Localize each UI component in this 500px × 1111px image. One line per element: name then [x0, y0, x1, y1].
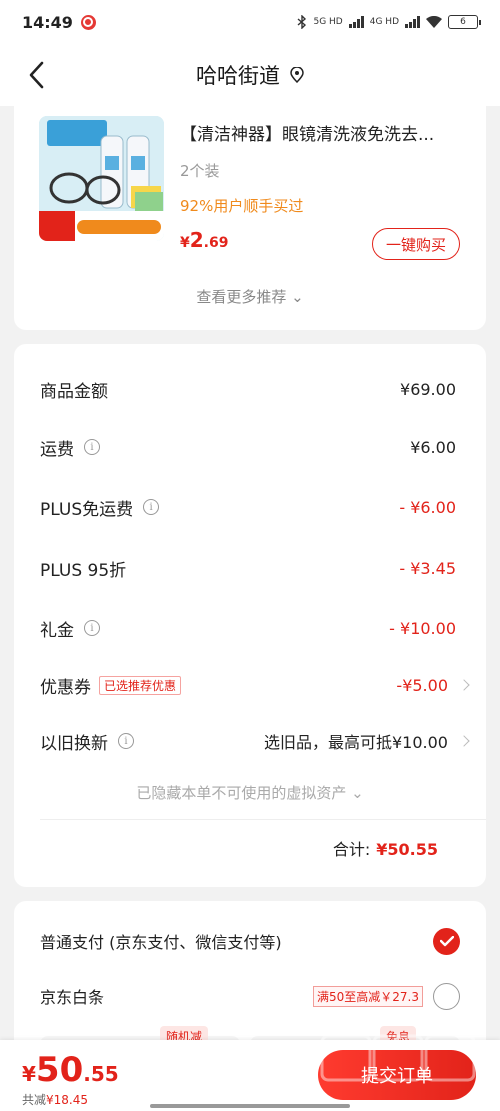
plus-discount-row: PLUS 95折 - ¥3.45 — [40, 553, 456, 583]
order-summary-card: 商品金额 ¥69.00 运费 i ¥6.00 PLUS免运费 i - ¥6.00… — [14, 344, 486, 887]
location-pin-icon — [290, 67, 304, 83]
coupon-value: -¥5.00 — [396, 675, 448, 695]
address-title[interactable]: 哈哈街道 — [196, 60, 304, 90]
product-title[interactable]: 【清洁神器】眼镜清洗液免洗去... — [180, 120, 470, 145]
trade-in-row[interactable]: 以旧换新 i 选旧品，最高可抵¥10.00 — [40, 726, 470, 756]
netease-music-icon — [80, 14, 96, 30]
goods-amount-row: 商品金额 ¥69.00 — [40, 374, 456, 404]
coupon-row[interactable]: 优惠券 已选推荐优惠 -¥5.00 — [40, 670, 470, 700]
payable-amount: ¥ 50 .55 — [22, 1050, 119, 1090]
chevron-right-icon — [458, 735, 470, 747]
submit-order-button[interactable]: 提交订单 — [318, 1050, 476, 1100]
checked-icon[interactable] — [433, 927, 460, 955]
nav-bar: 哈哈街道 — [0, 44, 500, 106]
plus-discount-value: - ¥3.45 — [399, 558, 456, 578]
gift-money-value: - ¥10.00 — [389, 618, 456, 638]
coupon-label: 优惠券 — [40, 677, 91, 698]
price-currency: ¥ — [180, 235, 190, 251]
radio-unchecked-icon[interactable] — [433, 982, 460, 1010]
goods-amount-value: ¥69.00 — [400, 379, 456, 399]
baitiao-label: 京东白条 — [40, 988, 105, 1007]
gift-info-icon[interactable]: i — [84, 620, 100, 636]
network-4g-label: 4G HD — [369, 17, 399, 27]
payable-currency: ¥ — [22, 1062, 36, 1086]
more-recommendations-link[interactable]: 查看更多推荐 ⌄ — [14, 286, 486, 307]
trade-in-info-icon[interactable]: i — [118, 733, 134, 749]
wifi-icon — [426, 16, 442, 28]
plus-free-info-icon[interactable]: i — [143, 499, 160, 515]
freight-row: 运费 i ¥6.00 — [40, 432, 456, 462]
page-title: 哈哈街道 — [196, 64, 280, 88]
home-indicator[interactable] — [150, 1104, 350, 1108]
baitiao-promo-tag: 满50至高减￥27.3 — [313, 985, 423, 1007]
back-arrow-icon[interactable] — [26, 60, 50, 90]
price-integer: 2 — [189, 228, 204, 252]
price-decimal: .69 — [203, 235, 229, 251]
status-icons: 5G HD 4G HD 6 — [297, 15, 481, 29]
plus-free-freight-row: PLUS免运费 i - ¥6.00 — [40, 492, 456, 522]
payable-integer: 50 — [35, 1050, 84, 1090]
baitiao-payment-option[interactable]: 京东白条 满50至高减￥27.3 — [40, 981, 460, 1011]
gift-money-row: 礼金 i - ¥10.00 — [40, 613, 456, 643]
freight-info-icon[interactable]: i — [84, 439, 100, 455]
saved-label: 共减 — [22, 1093, 47, 1107]
plus-free-freight-label: PLUS免运费 — [40, 499, 134, 520]
one-click-buy-button[interactable]: 一键购买 — [372, 228, 460, 260]
trade-in-value: 选旧品，最高可抵¥10.00 — [264, 733, 448, 752]
battery-icon: 6 — [448, 15, 481, 29]
total-label: 合计: — [332, 840, 371, 859]
plus-discount-label: PLUS 95折 — [40, 560, 127, 581]
signal-icon — [348, 16, 364, 28]
total-value: ¥50.55 — [376, 840, 438, 859]
bottom-checkout-bar: ¥ 50 .55 共减¥18.45 提交订单 — [0, 1040, 500, 1111]
status-bar: 14:49 5G HD 4G HD 6 — [0, 0, 500, 44]
divider — [40, 819, 486, 820]
total-saved[interactable]: 共减¥18.45 — [22, 1091, 88, 1108]
coupon-tag: 已选推荐优惠 — [99, 675, 182, 695]
product-image[interactable] — [39, 116, 164, 241]
payable-decimal: .55 — [83, 1062, 119, 1086]
signal-icon-2 — [405, 16, 420, 28]
normal-payment-option[interactable]: 普通支付 (京东支付、微信支付等) — [40, 926, 460, 956]
status-time: 14:49 — [22, 12, 73, 32]
chevron-right-icon — [458, 679, 470, 691]
goods-amount-label: 商品金额 — [40, 381, 108, 402]
battery-level: 6 — [460, 17, 466, 27]
gift-money-label: 礼金 — [40, 620, 74, 641]
hidden-assets-toggle[interactable]: 已隐藏本单不可使用的虚拟资产 ⌄ — [14, 782, 486, 803]
freight-label: 运费 — [40, 439, 74, 460]
order-total: 合计: ¥50.55 — [333, 836, 438, 860]
bluetooth-icon — [298, 15, 307, 29]
normal-payment-label: 普通支付 (京东支付、微信支付等) — [40, 933, 282, 952]
trade-in-label: 以旧换新 — [40, 733, 108, 754]
product-price: ¥ 2 .69 — [180, 228, 228, 252]
freight-value: ¥6.00 — [410, 437, 456, 457]
saved-value: ¥18.45 — [46, 1093, 89, 1107]
recommend-card: 【清洁神器】眼镜清洗液免洗去... 2个装 92%用户顺手买过 ¥ 2 .69 … — [14, 100, 486, 330]
plus-free-freight-value: - ¥6.00 — [399, 497, 456, 517]
network-5g-label: 5G HD — [313, 17, 343, 27]
product-bought-rate: 92%用户顺手买过 — [180, 197, 304, 215]
product-spec: 2个装 — [180, 162, 220, 180]
